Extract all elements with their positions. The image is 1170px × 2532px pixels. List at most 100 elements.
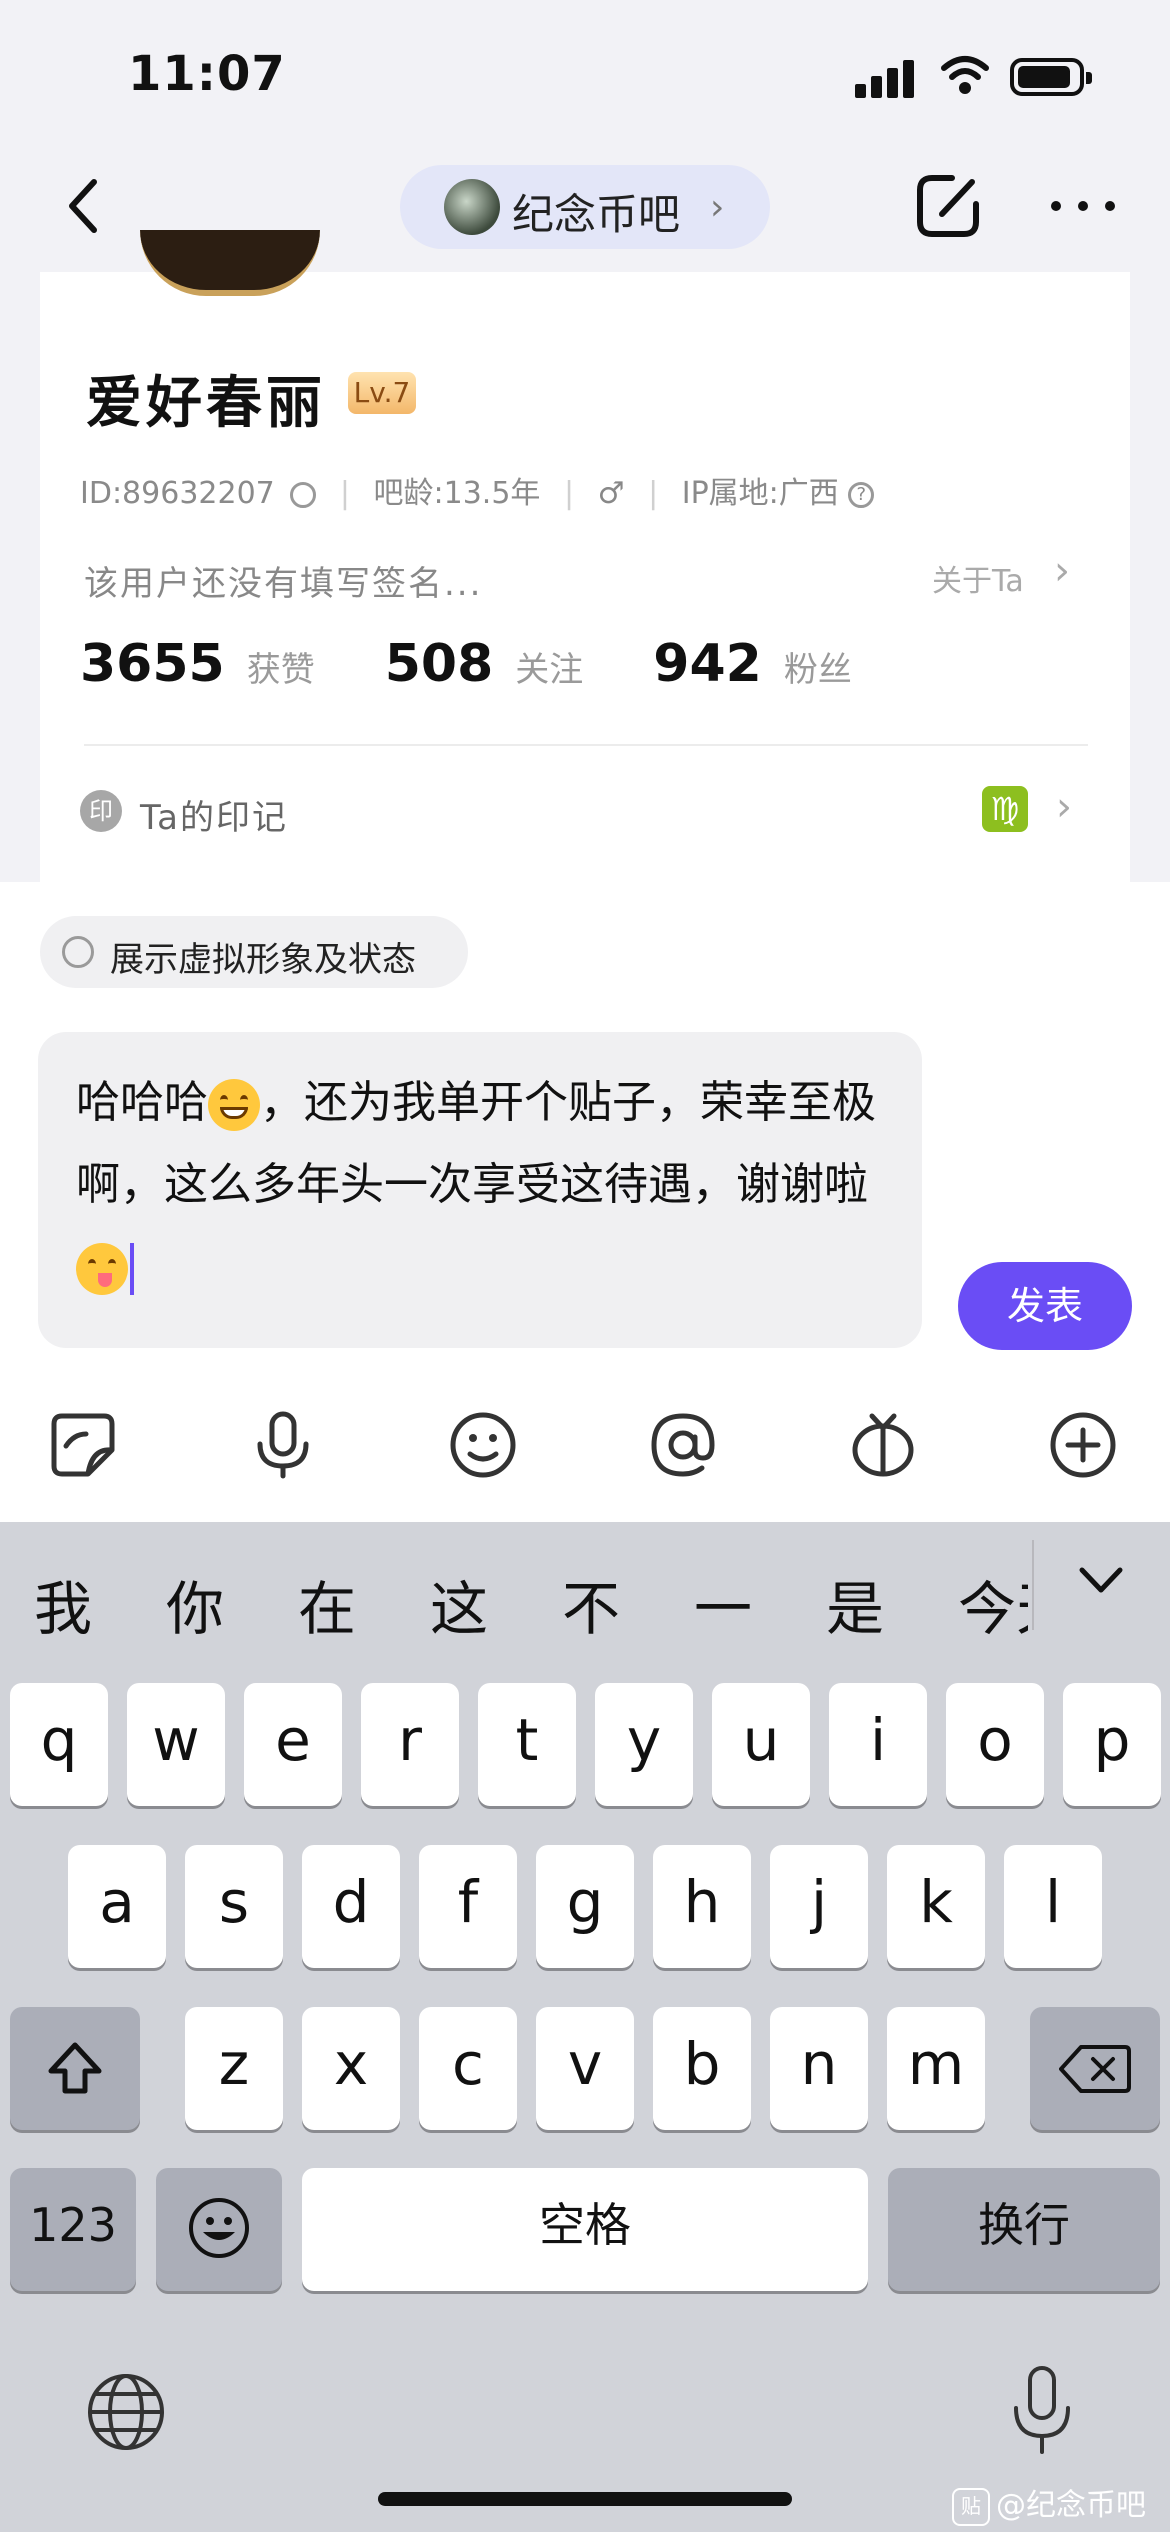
emoji-icon [189, 2198, 249, 2258]
backspace-icon [1059, 2045, 1131, 2093]
key-y[interactable]: y [595, 1683, 693, 1806]
stamp-icon: 印 [80, 790, 122, 832]
ip-location: IP属地:广西 [681, 476, 839, 511]
globe-icon[interactable] [84, 2370, 168, 2454]
key-j[interactable]: j [770, 1845, 868, 1968]
at-icon[interactable] [648, 1410, 718, 1480]
text-caret [130, 1243, 134, 1295]
key-v[interactable]: v [536, 2007, 634, 2130]
about-link[interactable]: 关于Ta [932, 556, 1024, 600]
key-q[interactable]: q [10, 1683, 108, 1806]
chevron-down-icon[interactable] [1076, 1560, 1126, 1600]
followers-count[interactable]: 942 [653, 634, 762, 694]
help-icon[interactable]: ? [848, 481, 875, 508]
level-badge: Lv.7 [348, 372, 416, 414]
watermark: 贴 @纪念币吧 [952, 2480, 1146, 2526]
chevron-right-icon[interactable]: › [1056, 784, 1072, 830]
emoji-icon[interactable] [448, 1410, 518, 1480]
followers-label[interactable]: 粉丝 [784, 650, 852, 690]
stamp-label[interactable]: Ta的印记 [140, 790, 288, 839]
wifi-icon [941, 56, 989, 94]
key-z[interactable]: z [185, 2007, 283, 2130]
share-edit-icon[interactable] [912, 170, 984, 242]
profile-stats: 3655 获赞 508 关注 942 粉丝 [80, 634, 922, 694]
suggestion-item[interactable]: 我 [34, 1562, 92, 1646]
key-a[interactable]: a [68, 1845, 166, 1968]
yum-emoji-icon [76, 1243, 128, 1295]
male-icon: ♂ [597, 476, 625, 511]
key-h[interactable]: h [653, 1845, 751, 1968]
return-key[interactable]: 换行 [888, 2168, 1160, 2291]
status-time: 11:07 [128, 46, 286, 102]
likes-label: 获赞 [246, 650, 315, 690]
avatar-toggle-label: 展示虚拟形象及状态 [110, 940, 416, 980]
reply-text-part1: 哈哈哈 [76, 1077, 208, 1128]
copy-icon[interactable] [290, 481, 317, 508]
suggestion-item[interactable]: 是 [826, 1562, 884, 1646]
key-l[interactable]: l [1004, 1845, 1102, 1968]
dictation-microphone-icon[interactable] [1006, 2364, 1078, 2460]
key-s[interactable]: s [185, 1845, 283, 1968]
key-x[interactable]: x [302, 2007, 400, 2130]
key-k[interactable]: k [887, 1845, 985, 1968]
key-n[interactable]: n [770, 2007, 868, 2130]
signature: 该用户还没有填写签名... [84, 564, 483, 604]
divider [1032, 1540, 1034, 1630]
chevron-right-icon[interactable]: › [1054, 548, 1070, 594]
watermark-text: @纪念币吧 [996, 2488, 1146, 2523]
numbers-key[interactable]: 123 [10, 2168, 136, 2291]
forum-avatar [444, 179, 500, 235]
key-c[interactable]: c [419, 2007, 517, 2130]
radio-icon[interactable] [62, 936, 94, 968]
suggestion-item[interactable]: 不 [562, 1562, 620, 1646]
suggestion-item[interactable]: 这 [430, 1562, 488, 1646]
publish-button[interactable]: 发表 [958, 1262, 1132, 1350]
watermark-badge: 贴 [952, 2487, 990, 2526]
forum-pill[interactable]: 纪念币吧 › [400, 165, 770, 249]
following-label[interactable]: 关注 [515, 650, 583, 690]
likes-count: 3655 [80, 634, 225, 694]
key-o[interactable]: o [946, 1683, 1044, 1806]
key-g[interactable]: g [536, 1845, 634, 1968]
key-u[interactable]: u [712, 1683, 810, 1806]
suggestion-item[interactable]: 今天 [958, 1562, 1028, 1646]
sticker-icon[interactable] [48, 1410, 118, 1480]
divider [84, 744, 1088, 746]
profile-meta: ID:89632207 | 吧龄:13.5年 | ♂ | IP属地:广西 ? [80, 468, 875, 512]
suggestion-item[interactable]: 一 [694, 1562, 752, 1646]
more-icon[interactable] [1048, 196, 1118, 216]
following-count[interactable]: 508 [385, 634, 494, 694]
back-icon[interactable] [60, 176, 110, 236]
add-icon[interactable] [1048, 1410, 1118, 1480]
grinning-emoji-icon [208, 1079, 260, 1131]
microphone-icon[interactable] [248, 1410, 318, 1480]
bar-age: 吧龄:13.5年 [373, 476, 541, 511]
username: 爱好春丽 [86, 371, 326, 436]
reply-input[interactable]: 哈哈哈 ，还为我单开个贴子，荣幸至极啊，这么多年头一次享受这待遇，谢谢啦 [38, 1032, 922, 1348]
space-key[interactable]: 空格 [302, 2168, 868, 2291]
key-m[interactable]: m [887, 2007, 985, 2130]
key-i[interactable]: i [829, 1683, 927, 1806]
reply-text[interactable]: 哈哈哈 ，还为我单开个贴子，荣幸至极啊，这么多年头一次享受这待遇，谢谢啦 [76, 1062, 896, 1308]
cellular-signal-icon [855, 58, 915, 98]
forum-name: 纪念币吧 [512, 190, 681, 239]
key-r[interactable]: r [361, 1683, 459, 1806]
battery-icon [1010, 58, 1092, 96]
gift-icon[interactable] [848, 1410, 918, 1480]
key-d[interactable]: d [302, 1845, 400, 1968]
shift-icon [48, 2042, 102, 2094]
key-p[interactable]: p [1063, 1683, 1161, 1806]
key-b[interactable]: b [653, 2007, 751, 2130]
key-w[interactable]: w [127, 1683, 225, 1806]
suggestion-item[interactable]: 你 [166, 1562, 224, 1646]
shift-key[interactable] [10, 2007, 140, 2130]
delete-key[interactable] [1030, 2007, 1160, 2130]
key-e[interactable]: e [244, 1683, 342, 1806]
suggestion-item[interactable]: 在 [298, 1562, 356, 1646]
home-indicator [378, 2492, 792, 2506]
key-f[interactable]: f [419, 1845, 517, 1968]
key-t[interactable]: t [478, 1683, 576, 1806]
avatar-toggle[interactable]: 展示虚拟形象及状态 [40, 916, 468, 988]
user-id: ID:89632207 [80, 476, 275, 511]
emoji-key[interactable] [156, 2168, 282, 2291]
